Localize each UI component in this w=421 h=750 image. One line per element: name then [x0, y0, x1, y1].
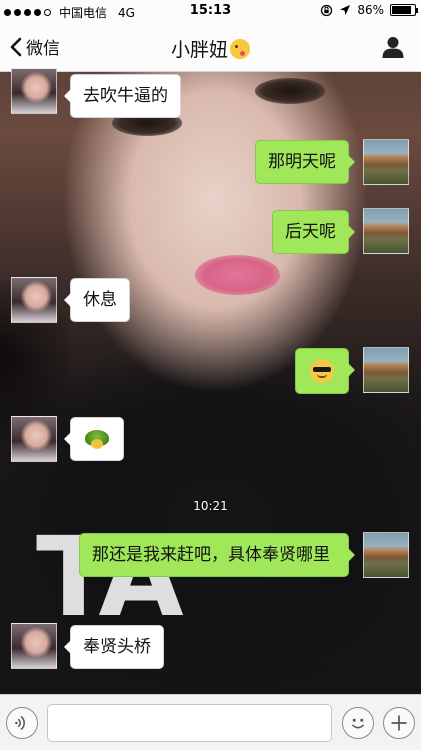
turtle-icon	[83, 427, 111, 451]
nav-bar: 微信 小胖妞	[0, 22, 421, 72]
my-avatar[interactable]	[363, 532, 409, 578]
contact-avatar[interactable]	[11, 277, 57, 323]
outgoing-message[interactable]: 后天呢	[272, 210, 355, 254]
battery-percent: 86%	[357, 3, 384, 17]
battery-fill	[392, 6, 411, 14]
smiley-icon	[351, 718, 365, 729]
more-button[interactable]	[383, 707, 415, 739]
rotation-lock-icon	[321, 4, 333, 16]
input-bar	[0, 694, 421, 750]
outgoing-emoji-message[interactable]	[295, 348, 355, 394]
status-bar: 中国电信 4G 15:13 86%	[0, 0, 421, 22]
voice-button[interactable]	[6, 707, 38, 739]
emoji-button[interactable]	[342, 707, 374, 739]
outgoing-message[interactable]: 那明天呢	[255, 140, 355, 184]
plus-icon	[391, 715, 407, 731]
contact-avatar[interactable]	[11, 623, 57, 669]
kiss-face-icon	[230, 39, 250, 59]
location-arrow-icon	[340, 5, 351, 15]
my-avatar[interactable]	[363, 347, 409, 393]
outgoing-message[interactable]: 那还是我来赶吧，具体奉贤哪里	[79, 533, 355, 577]
sunglasses-smiley-icon	[310, 359, 334, 383]
contact-avatar[interactable]	[11, 416, 57, 462]
person-icon[interactable]	[381, 36, 405, 58]
voice-icon	[15, 715, 25, 731]
message-timestamp: 10:21	[193, 499, 228, 513]
incoming-message[interactable]: 去吹牛逼的	[64, 74, 181, 118]
my-avatar[interactable]	[363, 208, 409, 254]
message-list[interactable]: 去吹牛逼的 那明天呢 后天呢 休息 10:21 那还是我来赶吧，具体奉贤哪里 奉…	[0, 68, 421, 694]
status-right: 86%	[320, 3, 418, 17]
message-input[interactable]	[47, 704, 332, 742]
my-avatar[interactable]	[363, 139, 409, 185]
incoming-emoji-message[interactable]	[64, 417, 124, 461]
battery-icon	[390, 4, 418, 16]
incoming-message[interactable]: 休息	[64, 278, 130, 322]
chat-title-text: 小胖妞	[170, 39, 228, 61]
contact-avatar[interactable]	[11, 68, 57, 114]
chat-title: 小胖妞	[0, 35, 421, 62]
incoming-message[interactable]: 奉贤头桥	[64, 625, 164, 669]
chat-screen: TA 中国电信 4G 15:13 86% 微信 小胖妞 去吹牛逼的 那明天呢 后…	[0, 0, 421, 750]
